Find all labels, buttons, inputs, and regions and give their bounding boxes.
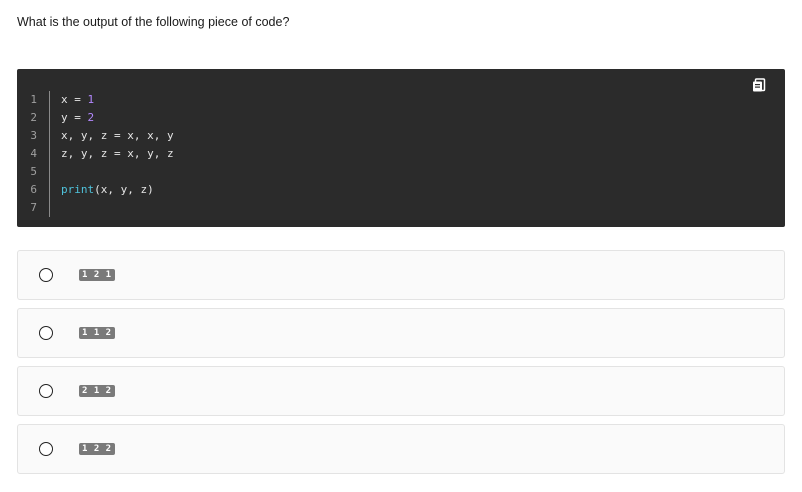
code-editor: 1x = 12y = 2 3 x, y, z = x, x, y 4 z, y, z =… [17,91,174,217]
code-line: 3 x, y, z = x, x, y [17,127,174,145]
line-number: 2 [17,109,50,127]
code-token: (x, y, z) [94,183,154,196]
code-token: 1 [87,93,95,106]
answer-option-4[interactable]: 1 2 2 [17,424,785,474]
code-block: 1x = 12y = 2 3 x, y, z = x, x, y 4 z, y, z =… [17,69,785,227]
radio-button[interactable] [39,268,53,282]
radio-button[interactable] [39,384,53,398]
copy-code-button[interactable] [751,77,767,93]
code-line: 6 print(x, y, z) [17,181,174,199]
code-token: y = [61,111,88,124]
code-text: x = 1 [50,91,94,109]
line-number: 3 [17,127,50,145]
code-text: x, y, z = x, x, y [50,127,174,145]
code-token: print [61,183,95,196]
code-text: z, y, z = x, y, z [50,145,174,163]
answer-option-2[interactable]: 1 1 2 [17,308,785,358]
line-number: 4 [17,145,50,163]
code-text: print(x, y, z) [50,181,154,199]
answer-code-chip: 2 1 2 [79,385,115,397]
code-token: z, y, z = x, y, z [61,147,174,160]
code-token: 2 [87,111,95,124]
code-line: 4 z, y, z = x, y, z [17,145,174,163]
answer-code-chip: 1 2 1 [79,269,115,281]
code-token: x, y, z = x, x, y [61,129,174,142]
code-text: y = 2 [50,109,94,127]
code-line: 1x = 1 [17,91,174,109]
code-token: x = [61,93,88,106]
answer-code-chip: 1 1 2 [79,327,115,339]
question-text: What is the output of the following piec… [17,15,290,29]
answer-option-1[interactable]: 1 2 1 [17,250,785,300]
line-number: 5 [17,163,50,181]
answer-option-3[interactable]: 2 1 2 [17,366,785,416]
radio-button[interactable] [39,326,53,340]
line-number: 1 [17,91,50,109]
code-line: 2y = 2 [17,109,174,127]
line-number: 6 [17,181,50,199]
line-number: 7 [17,199,50,217]
answer-code-chip: 1 2 2 [79,443,115,455]
code-line: 7 [17,199,174,217]
code-line: 5 [17,163,174,181]
clipboard-copy-icon [753,78,766,92]
radio-button[interactable] [39,442,53,456]
